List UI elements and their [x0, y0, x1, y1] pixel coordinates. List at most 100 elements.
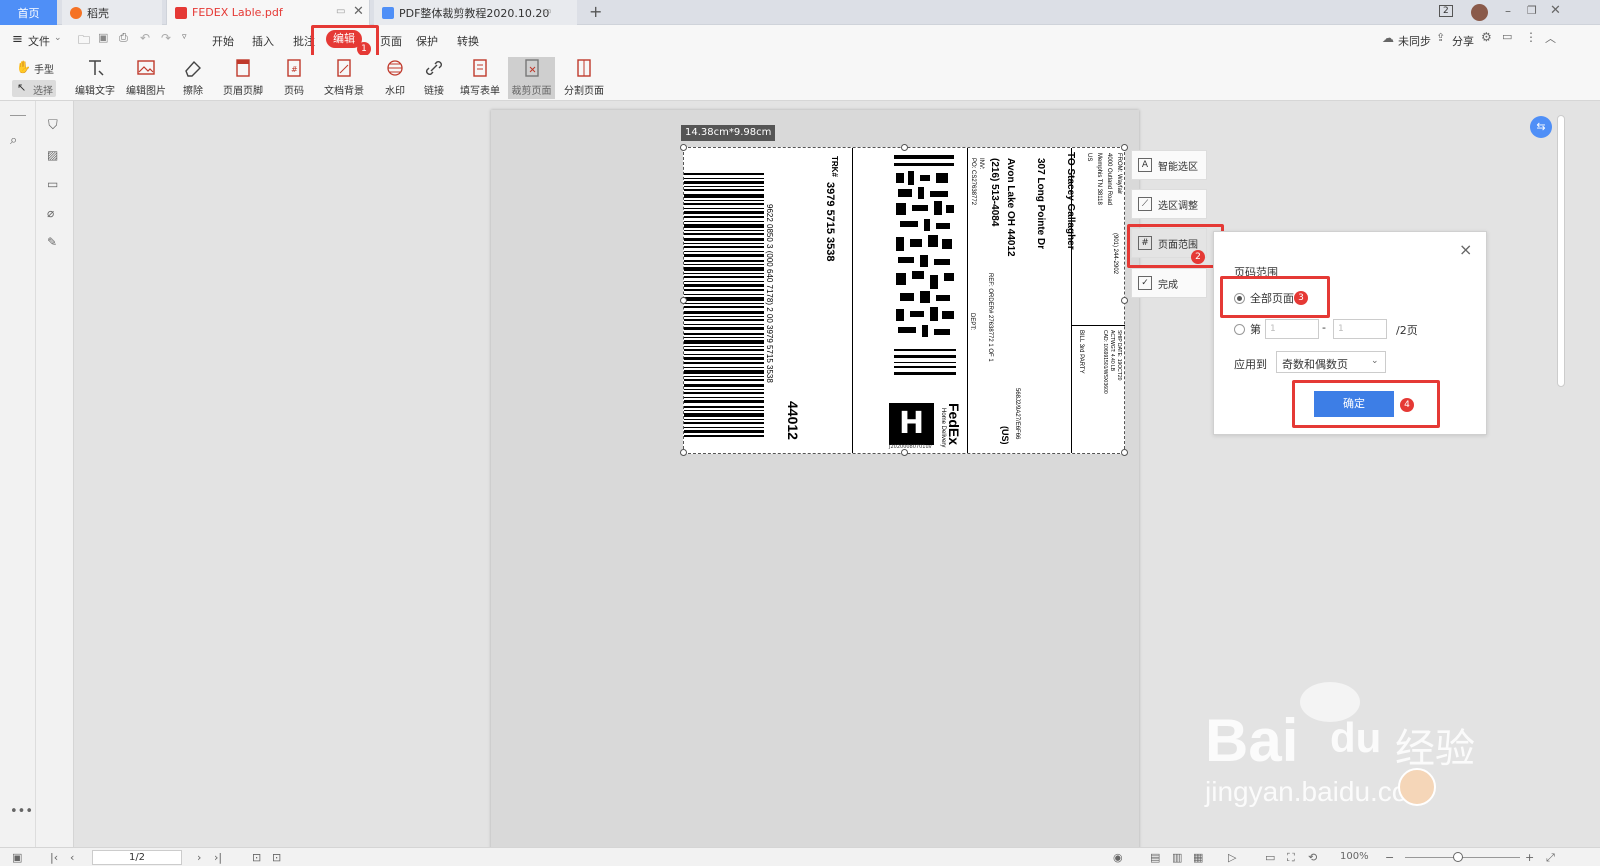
crop-handle-right[interactable]: [1121, 297, 1128, 304]
menu-convert[interactable]: 转换: [457, 33, 479, 49]
daoke-icon: [70, 6, 82, 19]
menu-insert[interactable]: 插入: [252, 33, 274, 49]
range-option[interactable]: 第: [1234, 321, 1261, 337]
more-chevron-icon[interactable]: ▿: [182, 32, 187, 42]
fit-width-icon[interactable]: ⊡: [252, 851, 261, 864]
select-tool[interactable]: ↖ 选择: [12, 80, 56, 97]
sync-status[interactable]: 未同步: [1398, 33, 1431, 49]
avatar[interactable]: [1471, 4, 1488, 21]
new-tab-button[interactable]: +: [589, 2, 602, 21]
range-to-input[interactable]: 1: [1333, 319, 1387, 339]
tab-home[interactable]: 首页: [0, 0, 57, 25]
next-page-icon[interactable]: ›: [197, 851, 201, 864]
comment-icon[interactable]: ▭: [1502, 30, 1512, 43]
shipping-label[interactable]: 9622 0850 3 (000 640 7178) 2 00 3979 571…: [680, 144, 1128, 456]
print-icon[interactable]: ⎙: [119, 31, 128, 45]
eye-icon[interactable]: ◉: [1113, 851, 1123, 864]
zoom-in-icon[interactable]: +: [1525, 851, 1534, 864]
close-popup-icon[interactable]: ×: [1459, 240, 1472, 259]
fullscreen-icon[interactable]: ⤢: [1546, 851, 1555, 865]
apply-to-select[interactable]: 奇数和偶数页 ⌄: [1276, 351, 1386, 373]
undo-icon[interactable]: ↶: [140, 31, 150, 45]
play-icon[interactable]: ▷: [1228, 851, 1236, 864]
background-icon: [337, 59, 351, 77]
divider-line-3: [1071, 148, 1072, 453]
floating-tool-icon[interactable]: ⇆: [1530, 116, 1552, 138]
recipient-city: Avon Lake OH 44012: [1005, 158, 1016, 257]
fit-page-icon[interactable]: ⊡: [272, 851, 281, 864]
restore-icon[interactable]: ❐: [1527, 4, 1537, 17]
continuous-icon[interactable]: ▥: [1172, 851, 1182, 864]
menu-page[interactable]: 页面: [380, 33, 402, 49]
edit-image-button[interactable]: 编辑图片: [126, 57, 166, 99]
last-page-icon[interactable]: ›|: [214, 851, 222, 864]
page-number-button[interactable]: # 页码: [280, 57, 308, 99]
doc-background-button[interactable]: 文档背景: [321, 57, 367, 99]
share-icon: ⇪: [1436, 31, 1446, 44]
open-folder-icon[interactable]: 🗀: [78, 31, 90, 52]
fill-form-button[interactable]: 填写表单: [460, 57, 500, 99]
single-page-icon[interactable]: ▤: [1150, 851, 1160, 864]
zoom-level[interactable]: 100%: [1340, 851, 1369, 862]
close-tab-icon[interactable]: ✕: [353, 4, 364, 19]
bookmark-icon[interactable]: ⛉: [48, 118, 58, 133]
collapse-icon[interactable]: ︿: [1545, 30, 1556, 46]
zoom-out-icon[interactable]: −: [1385, 851, 1394, 864]
crop-handle-tr[interactable]: [1121, 144, 1128, 151]
more-dots-icon[interactable]: •••: [10, 804, 33, 819]
hand-tool[interactable]: 手型: [34, 61, 54, 76]
tab-fedex-pdf[interactable]: FEDEX Lable.pdf ▭ ✕: [166, 0, 370, 25]
vertical-scrollbar[interactable]: [1557, 115, 1565, 387]
crop-handle-bl[interactable]: [680, 449, 687, 456]
crop-handle-br[interactable]: [1121, 449, 1128, 456]
tab-count-badge[interactable]: 2: [1439, 5, 1453, 17]
done-button[interactable]: ✓ 完成: [1131, 268, 1207, 298]
split-page-button[interactable]: 分割页面: [563, 57, 605, 99]
crop-handle-bottom[interactable]: [901, 449, 908, 456]
split-page-label: 分割页面: [564, 86, 604, 97]
page-input[interactable]: 1/2: [92, 850, 182, 865]
fit-icon[interactable]: ⛶: [1287, 851, 1295, 865]
save-icon[interactable]: ▣: [98, 31, 108, 44]
crop-handle-tl[interactable]: [680, 144, 687, 151]
monitor-icon[interactable]: ▭: [336, 6, 345, 17]
menu-start[interactable]: 开始: [212, 33, 234, 49]
hamburger-icon[interactable]: ≡: [12, 32, 23, 47]
prev-page-icon[interactable]: ‹: [70, 851, 74, 864]
crop-page-button[interactable]: 裁剪页面: [508, 57, 555, 99]
thumbnail-icon[interactable]: ▨: [47, 148, 58, 162]
first-page-icon[interactable]: |‹: [50, 851, 58, 864]
attachment-icon[interactable]: ⌀: [47, 206, 54, 220]
two-page-icon[interactable]: ▦: [1193, 851, 1203, 864]
edit-text-button[interactable]: 编辑文字: [75, 57, 115, 99]
settings-icon[interactable]: ⚙: [1481, 30, 1492, 44]
redo-icon[interactable]: ↷: [161, 31, 171, 45]
comment-panel-icon[interactable]: ▭: [47, 177, 58, 191]
tab-daoke[interactable]: 稻壳: [62, 0, 162, 25]
header-footer-button[interactable]: 页眉页脚: [220, 57, 266, 99]
panel-toggle-icon[interactable]: ▣: [12, 851, 22, 864]
tab-pdf-tutorial[interactable]: PDF整体裁剪教程2020.10.20 ▭: [374, 0, 577, 25]
adjust-selection-button[interactable]: ⟋ 选区调整: [1131, 189, 1207, 219]
monitor-icon-2[interactable]: ▭: [542, 6, 551, 17]
more-icon[interactable]: ⋮: [1525, 30, 1537, 44]
smart-select-button[interactable]: A 智能选区: [1131, 150, 1207, 180]
menu-protect[interactable]: 保护: [416, 33, 438, 49]
share-button[interactable]: 分享: [1452, 33, 1474, 49]
left-navbar: ⌕ •••: [0, 101, 36, 847]
zoom-slider-thumb[interactable]: [1453, 852, 1463, 862]
erase-button[interactable]: 擦除: [178, 57, 208, 99]
range-from-input[interactable]: 1: [1265, 319, 1319, 339]
link-button[interactable]: 链接: [418, 57, 450, 99]
menu-file[interactable]: 文件: [28, 33, 50, 49]
rotate-icon[interactable]: ⟲: [1308, 851, 1317, 864]
crop-handle-top[interactable]: [901, 144, 908, 151]
close-window-icon[interactable]: ✕: [1550, 3, 1561, 18]
actual-size-icon[interactable]: ▭: [1265, 851, 1275, 864]
signature-icon[interactable]: ✎: [47, 235, 57, 249]
watermark-button[interactable]: 水印: [380, 57, 410, 99]
minimize-icon[interactable]: –: [1505, 4, 1511, 18]
crop-handle-left[interactable]: [680, 297, 687, 304]
range-radio[interactable]: [1234, 323, 1245, 335]
search-icon[interactable]: ⌕: [10, 133, 17, 148]
